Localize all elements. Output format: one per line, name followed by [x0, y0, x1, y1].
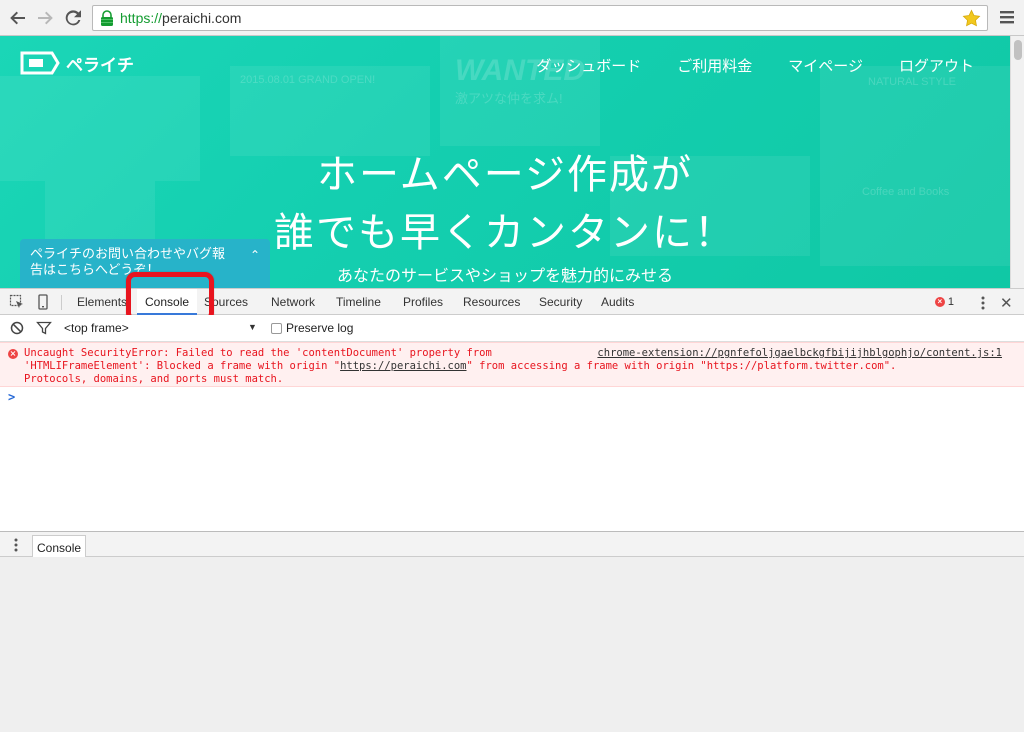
tab-audits[interactable]: Audits	[601, 295, 634, 309]
help-text-line1: ペライチのお問い合わせやバグ報	[30, 246, 226, 261]
url-text: https://peraichi.com	[120, 10, 241, 26]
tab-profiles[interactable]: Profiles	[403, 295, 443, 309]
web-page: 2015.08.01 GRAND OPEN! WANTED 激アツな仲を求ム! …	[0, 36, 1010, 288]
star-icon[interactable]	[962, 9, 981, 28]
tab-sources[interactable]: Sources	[204, 295, 248, 309]
page-scrollbar[interactable]	[1010, 36, 1024, 288]
error-line-2a: 'HTMLIFrameElement': Blocked a frame wit…	[24, 360, 341, 372]
tab-console[interactable]: Console	[137, 289, 198, 315]
toolbar-divider	[61, 295, 62, 310]
device-mode-icon[interactable]	[35, 294, 51, 310]
console-error-message: × Uncaught SecurityError: Failed to read…	[0, 342, 1024, 387]
inspect-icon[interactable]	[9, 294, 25, 310]
scrollbar-thumb[interactable]	[1014, 40, 1022, 60]
error-line-1: Uncaught SecurityError: Failed to read t…	[24, 347, 492, 359]
error-icon: ×	[934, 297, 945, 307]
nav-dashboard[interactable]: ダッシュボード	[536, 55, 641, 76]
url-scheme: https://	[120, 10, 163, 26]
nav-mypage[interactable]: マイページ	[788, 55, 863, 76]
url-host: peraichi.com	[162, 10, 242, 26]
error-line-2b: " from accessing a frame with origin "ht…	[466, 360, 897, 372]
bg-text: 2015.08.01 GRAND OPEN!	[240, 74, 376, 86]
preserve-log-label: Preserve log	[286, 321, 354, 335]
dropdown-arrow-icon[interactable]: ▼	[248, 322, 257, 332]
error-source-link[interactable]: chrome-extension://pgnfefoljgaelbckgfbij…	[597, 347, 1002, 359]
bg-text: NATURAL STYLE	[868, 76, 957, 88]
tab-network[interactable]: Network	[271, 295, 315, 309]
error-line-2: 'HTMLIFrameElement': Blocked a frame wit…	[24, 360, 896, 372]
console-prompt[interactable]: >	[8, 390, 15, 404]
drawer-body	[0, 557, 1024, 732]
frame-select[interactable]: <top frame>	[64, 321, 129, 335]
clear-console-icon[interactable]	[9, 320, 25, 336]
preserve-log-toggle[interactable]: Preserve log	[271, 321, 353, 335]
error-count-badge[interactable]: × 1	[934, 296, 954, 308]
bg-text: 激アツな仲を求ム!	[455, 91, 563, 106]
error-line-3: Protocols, domains, and ports must match…	[24, 373, 284, 385]
filter-icon[interactable]	[36, 320, 52, 336]
console-toolbar: <top frame> ▼ Preserve log	[0, 315, 1024, 342]
nav-pricing[interactable]: ご利用料金	[677, 55, 752, 76]
reload-icon	[65, 10, 81, 26]
help-text-line2: 告はこちらへどうぞ！	[30, 262, 160, 277]
address-bar[interactable]: https://peraichi.com	[92, 5, 988, 31]
nav-logout[interactable]: ログアウト	[899, 55, 974, 76]
error-icon: ×	[8, 349, 18, 359]
site-nav: ダッシュボード ご利用料金 マイページ ログアウト	[536, 55, 974, 76]
tab-elements[interactable]: Elements	[77, 295, 127, 309]
close-icon[interactable]: ✕	[1000, 294, 1014, 312]
lock-icon	[101, 10, 113, 26]
back-arrow-icon	[10, 11, 25, 25]
more-icon[interactable]	[13, 537, 19, 553]
error-count: 1	[947, 296, 954, 308]
hamburger-menu-icon[interactable]	[999, 9, 1015, 25]
logo-text: ペライチ	[66, 55, 134, 75]
origin-link[interactable]: https://peraichi.com	[340, 360, 466, 372]
logo-mark-icon	[20, 51, 60, 75]
site-logo[interactable]: ペライチ	[20, 50, 134, 76]
devtools-tab-bar: Elements Console Sources Network Timelin…	[0, 288, 1024, 315]
preserve-log-checkbox[interactable]	[271, 322, 282, 334]
more-icon[interactable]	[980, 295, 986, 311]
drawer-tab-console[interactable]: Console	[32, 535, 87, 558]
browser-toolbar: https://peraichi.com	[0, 0, 1024, 36]
chevron-up-icon: ⌃	[249, 248, 260, 262]
tab-timeline[interactable]: Timeline	[336, 295, 381, 309]
tab-resources[interactable]: Resources	[463, 295, 520, 309]
devtools-drawer-tabs: Console	[0, 531, 1024, 558]
back-button[interactable]	[6, 6, 30, 30]
reload-button[interactable]	[61, 6, 85, 30]
help-widget[interactable]: ペライチのお問い合わせやバグ報 告はこちらへどうぞ！ ⌃	[20, 239, 270, 288]
hero-title-line1: ホームページ作成が	[317, 153, 693, 197]
tab-security[interactable]: Security	[539, 295, 582, 309]
forward-button[interactable]	[33, 6, 57, 30]
forward-arrow-icon	[38, 11, 53, 25]
